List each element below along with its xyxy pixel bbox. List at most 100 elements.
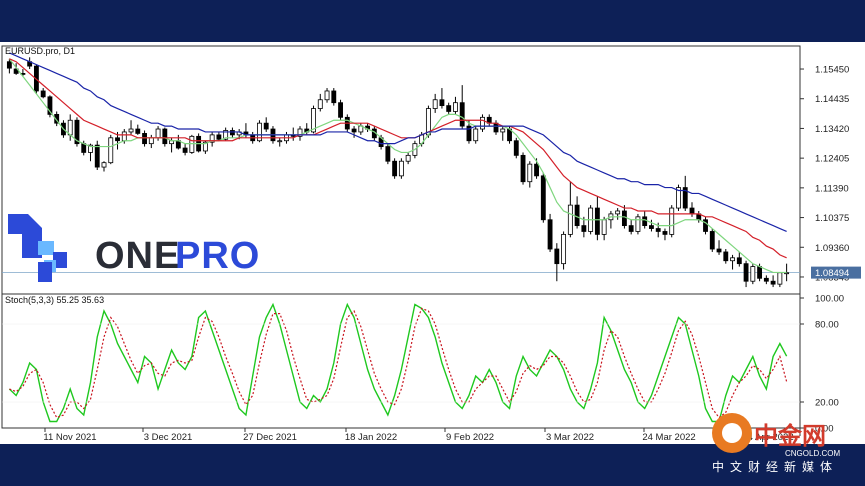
stoch-d-line xyxy=(9,307,788,419)
stoch-k-line xyxy=(8,302,788,423)
price-tick-label: 1.10375 xyxy=(815,213,849,224)
date-axis: 11 Nov 2021 3 Dec 2021 27 Dec 2021 18 Jan 2… xyxy=(43,428,794,443)
ma_slow-line xyxy=(9,52,787,233)
date-label: 27 Dec 2021 xyxy=(243,432,297,443)
candle-body xyxy=(777,272,783,285)
price-tick-label: 1.15450 xyxy=(815,65,849,76)
candle-body xyxy=(229,130,235,136)
candle-body xyxy=(736,257,742,265)
candle-body xyxy=(750,266,756,282)
candle-body xyxy=(94,144,100,168)
candle-body xyxy=(709,231,715,250)
cngold-url: CNGOLD.COM xyxy=(785,449,841,458)
candle-body xyxy=(716,248,722,253)
price-tick-label: 1.09360 xyxy=(815,243,849,254)
date-label: 3 Mar 2022 xyxy=(546,432,594,443)
candle-body xyxy=(317,99,323,109)
candle-body xyxy=(635,216,641,232)
candle-body xyxy=(594,207,600,235)
price-tick-label: 1.11390 xyxy=(815,183,849,194)
date-label: 9 Feb 2022 xyxy=(446,432,494,443)
candle-body xyxy=(385,146,391,162)
onepro-logo: ONE PRO xyxy=(8,214,260,282)
candle-body xyxy=(628,225,634,232)
stoch-pane-frame xyxy=(1,293,801,429)
candle-body xyxy=(142,133,147,145)
candle-body xyxy=(540,175,546,221)
candle-body xyxy=(574,204,580,227)
price-tick-label: 1.12405 xyxy=(815,154,849,165)
candle-body xyxy=(216,134,222,140)
candle-body xyxy=(182,147,188,153)
candle-body xyxy=(642,216,648,227)
candle-body xyxy=(581,225,587,232)
cngold-name: 中金网 xyxy=(754,422,826,450)
candle-body xyxy=(263,122,269,130)
candle-body xyxy=(40,90,46,98)
candle-body xyxy=(561,233,567,265)
candle-body xyxy=(459,102,465,127)
candle-body xyxy=(757,266,763,279)
stoch-header: Stoch(5,3,3) 55.25 35.63 xyxy=(5,295,104,305)
candle-body xyxy=(649,225,654,229)
candle-body xyxy=(324,90,330,101)
candle-body xyxy=(527,163,533,183)
cngold-watermark-inner xyxy=(722,423,742,443)
candle-body xyxy=(669,207,675,235)
candle-body xyxy=(439,99,445,107)
date-label: 18 Jan 2022 xyxy=(345,432,397,443)
candle-body xyxy=(473,128,479,142)
candle-body xyxy=(493,122,499,133)
candle-body xyxy=(567,204,573,235)
candle-body xyxy=(513,140,519,156)
symbol-header: EURUSD.pro, D1 xyxy=(5,46,75,56)
candle-body xyxy=(730,257,735,262)
candle-body xyxy=(689,207,695,215)
price-tick-label: 1.14435 xyxy=(815,94,849,105)
price-axis-ticks: 1.15450 1.14435 1.13420 1.12405 1.11390 1.103… xyxy=(800,65,849,283)
candle-body xyxy=(121,131,127,142)
candle-body xyxy=(446,105,452,112)
candle-body xyxy=(547,219,553,250)
candle-body xyxy=(6,61,12,69)
candle-body xyxy=(338,102,343,118)
candle-body xyxy=(81,143,87,153)
candle-body xyxy=(67,119,73,136)
candle-body xyxy=(763,277,769,282)
date-label: 3 Dec 2021 xyxy=(144,432,193,443)
onepro-logo-icon xyxy=(8,214,67,282)
price-tick-label: 1.13420 xyxy=(815,124,849,135)
candle-body xyxy=(480,116,485,130)
top-banner xyxy=(0,0,865,42)
candle-body xyxy=(534,163,539,177)
candle-body xyxy=(392,160,398,177)
cngold-slogan: 中文财经新媒体 xyxy=(712,460,839,474)
candle-body xyxy=(398,160,404,177)
candle-body xyxy=(115,137,120,142)
stoch-lines xyxy=(8,302,788,423)
brand-pro-text: PRO xyxy=(175,235,260,277)
candle-body xyxy=(277,140,283,143)
candle-body xyxy=(128,128,134,133)
stoch-tick-label: 80.00 xyxy=(815,320,839,331)
candle-body xyxy=(621,210,627,227)
stoch-tick-label: 100.00 xyxy=(815,294,844,305)
candle-body xyxy=(405,154,411,162)
candle-body xyxy=(155,128,161,139)
candle-body xyxy=(331,90,337,104)
current-price-label: 1.08494 xyxy=(815,268,849,279)
candle-body xyxy=(520,154,526,183)
candle-body xyxy=(148,137,154,145)
candle-body xyxy=(108,137,114,164)
candle-body xyxy=(662,231,668,235)
date-label: 24 Mar 2022 xyxy=(642,432,695,443)
candle-body xyxy=(500,128,506,133)
candle-body xyxy=(351,128,357,133)
candle-body xyxy=(135,128,141,134)
candle-body xyxy=(554,248,560,265)
candle-body xyxy=(655,228,661,232)
candle-body xyxy=(101,162,107,168)
chart-canvas: 1.15450 1.14435 1.13420 1.12405 1.11390 1.103… xyxy=(1,45,861,443)
candle-body xyxy=(432,99,438,109)
candle-body xyxy=(743,263,749,282)
